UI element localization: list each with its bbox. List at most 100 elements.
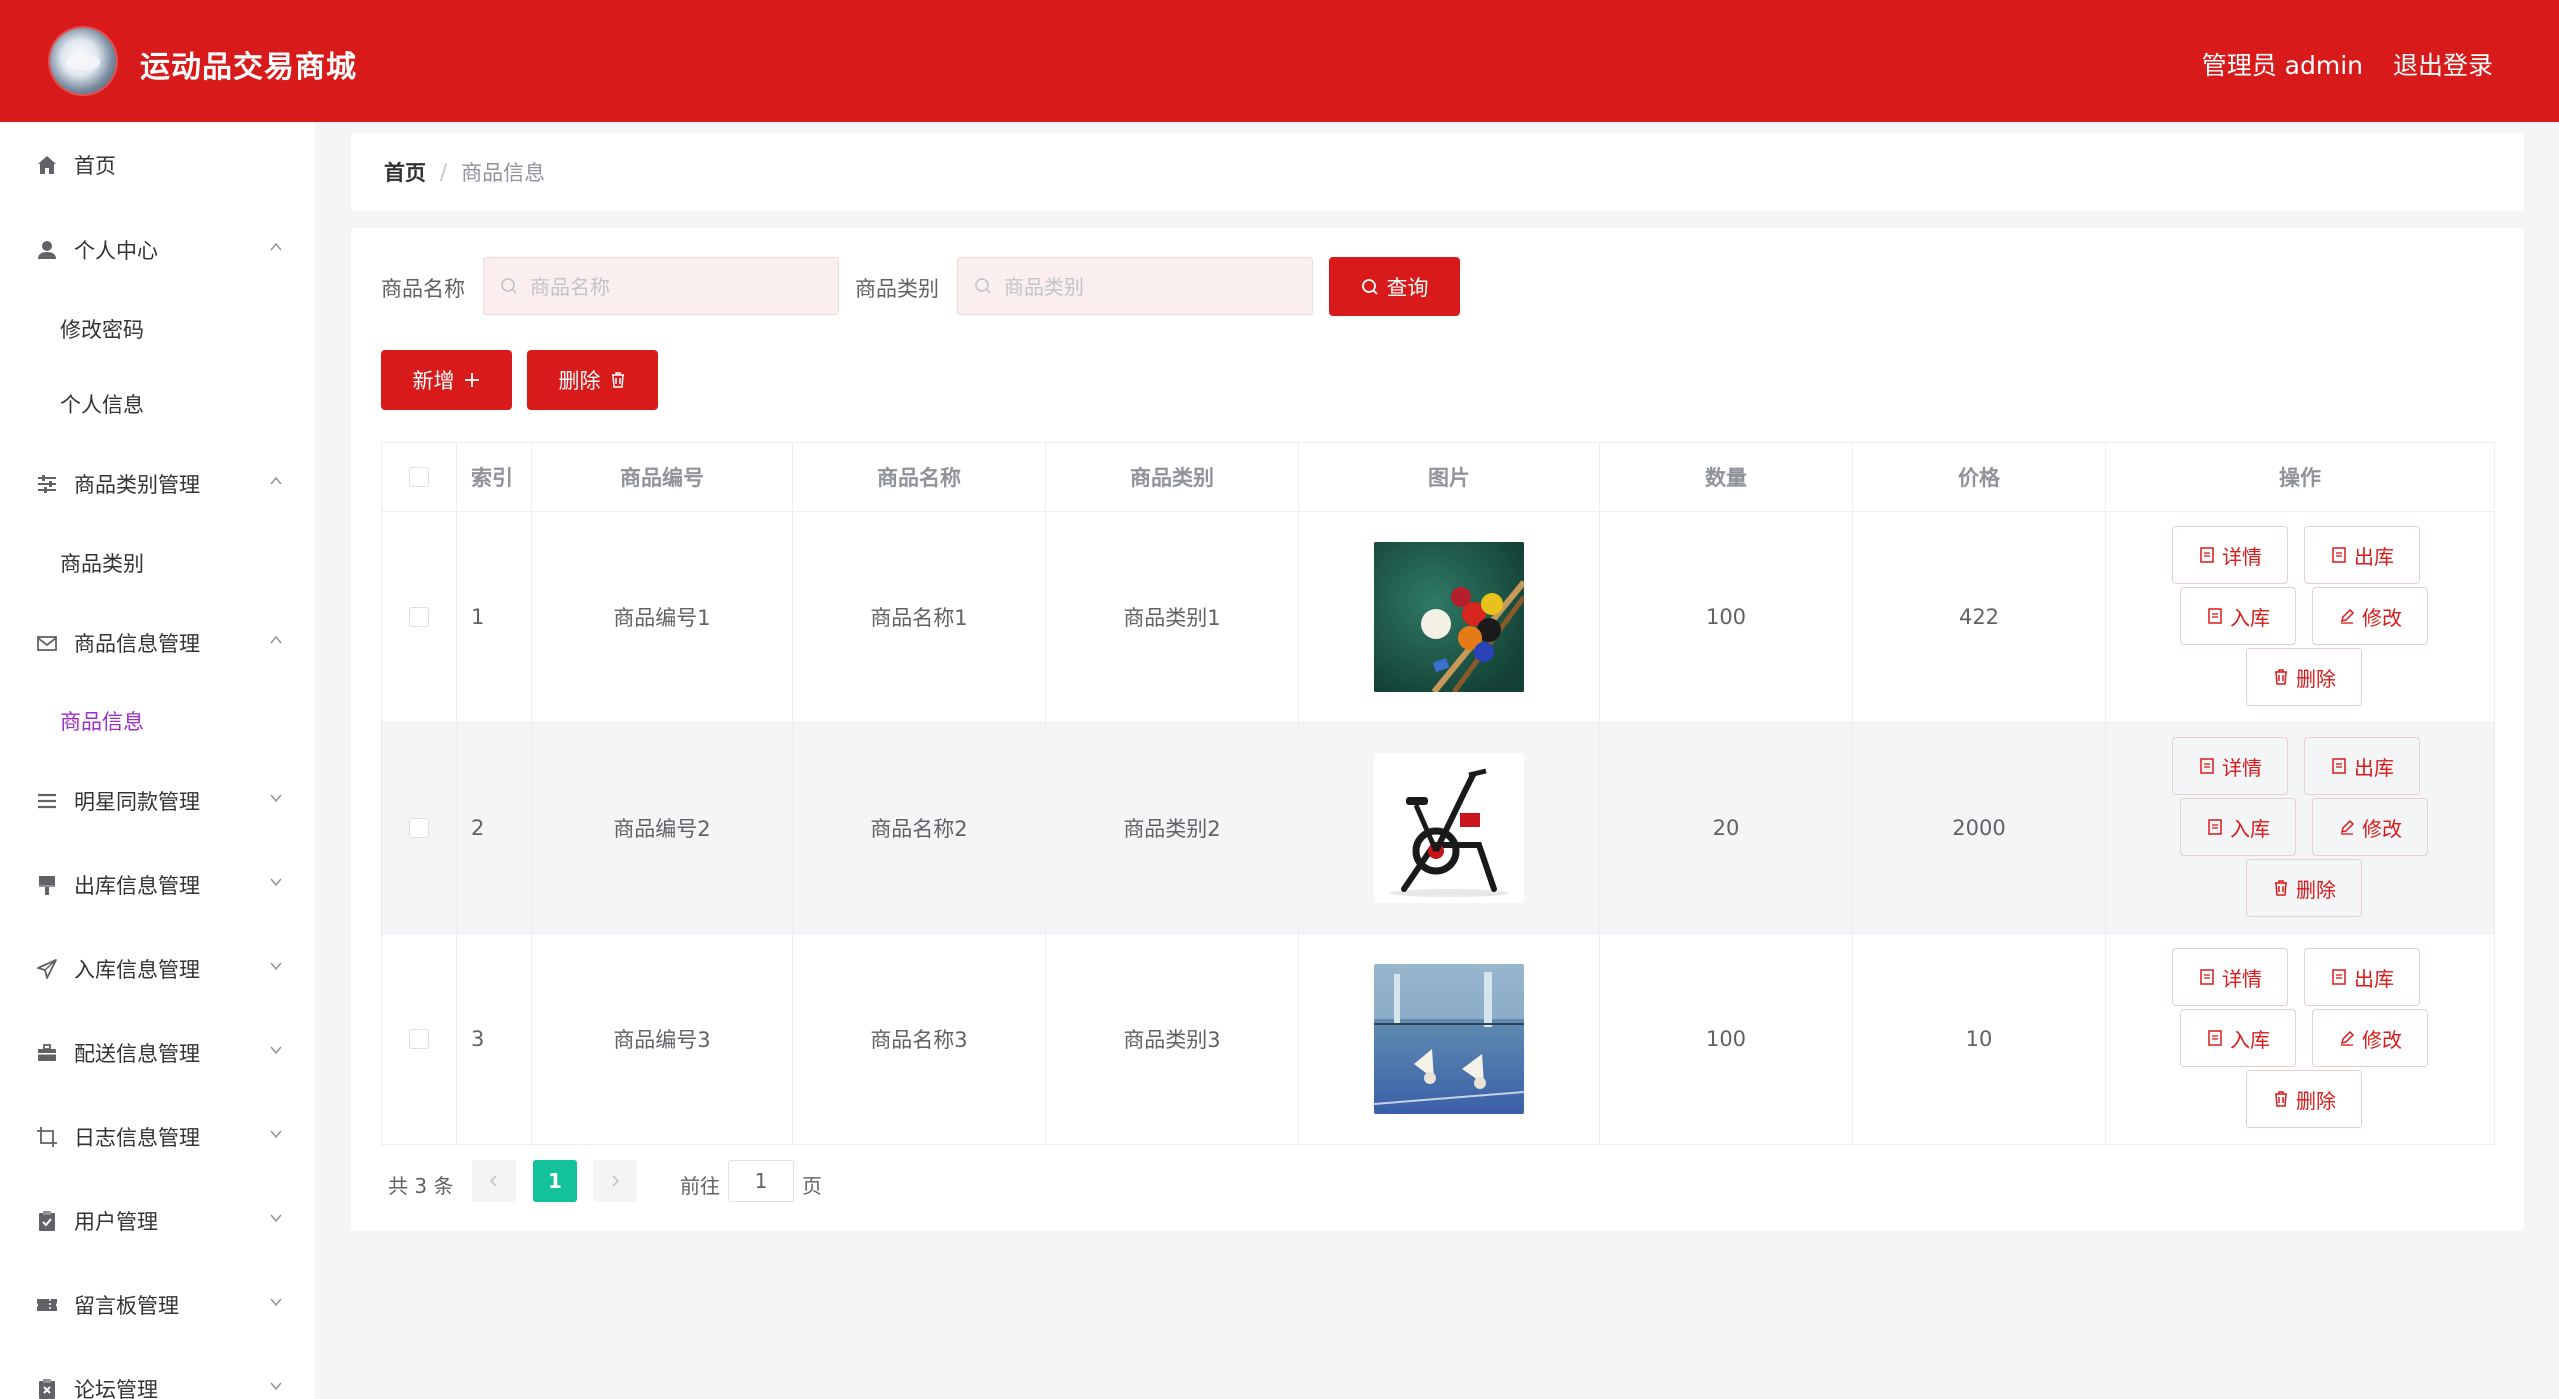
delete-button-label: 删除 bbox=[2296, 1088, 2336, 1113]
header-quantity: 数量 bbox=[1600, 443, 1853, 511]
row-actions-cell: 详情 出库 入库 修改 删除 bbox=[2106, 934, 2494, 1144]
goto-page-input[interactable] bbox=[728, 1160, 794, 1202]
document-icon bbox=[2200, 758, 2214, 774]
prev-page-button[interactable] bbox=[472, 1160, 516, 1202]
sidebar-item-personal-info[interactable]: 个人信息 bbox=[60, 389, 144, 419]
row-image-cell bbox=[1299, 723, 1600, 933]
sidebar-item-outbound-management[interactable]: 出库信息管理 bbox=[0, 855, 315, 915]
sidebar-item-category[interactable]: 商品类别 bbox=[60, 548, 144, 578]
top-header: 运动品交易商城 管理员 admin 退出登录 bbox=[0, 0, 2559, 122]
mail-icon bbox=[34, 630, 60, 656]
sidebar-item-log-management[interactable]: 日志信息管理 bbox=[0, 1107, 315, 1167]
document-icon bbox=[2332, 547, 2346, 563]
search-icon bbox=[1361, 278, 1378, 295]
product-category-input[interactable] bbox=[1002, 258, 1306, 316]
sliders-icon bbox=[34, 471, 60, 497]
chevron-right-icon bbox=[612, 1175, 620, 1187]
delete-button[interactable]: 删除 bbox=[2246, 859, 2362, 917]
document-icon bbox=[2200, 547, 2214, 563]
product-category-search[interactable] bbox=[957, 257, 1313, 316]
table-row: 3 商品编号3 商品名称3 商品类别3 100 10 详情 出库 入库 修改 删… bbox=[382, 934, 2494, 1144]
sidebar-item-delivery-management[interactable]: 配送信息管理 bbox=[0, 1023, 315, 1083]
sidebar-item-label: 出库信息管理 bbox=[74, 874, 200, 898]
select-all-checkbox[interactable] bbox=[409, 467, 429, 487]
logout-button[interactable]: 退出登录 bbox=[2393, 46, 2493, 82]
next-page-button[interactable] bbox=[593, 1160, 637, 1202]
sidebar-item-star-style-management[interactable]: 明星同款管理 bbox=[0, 771, 315, 831]
sidebar-item-inbound-management[interactable]: 入库信息管理 bbox=[0, 939, 315, 999]
breadcrumb-home[interactable]: 首页 bbox=[384, 157, 426, 187]
batch-delete-button[interactable]: 删除 bbox=[527, 350, 658, 410]
chevron-down-icon bbox=[270, 1382, 282, 1391]
add-button-label: 新增 bbox=[412, 369, 455, 393]
row-code: 商品编号3 bbox=[532, 934, 793, 1144]
outbound-button[interactable]: 出库 bbox=[2304, 948, 2420, 1006]
row-quantity: 100 bbox=[1600, 934, 1853, 1144]
sidebar-item-home[interactable]: 首页 bbox=[0, 135, 315, 195]
add-button[interactable]: 新增 bbox=[381, 350, 512, 410]
sidebar-item-label: 首页 bbox=[74, 154, 116, 178]
breadcrumb-current: 商品信息 bbox=[461, 161, 546, 185]
breadcrumb-separator: / bbox=[440, 160, 448, 184]
badminton-photo[interactable] bbox=[1374, 964, 1524, 1114]
row-actions-cell: 详情 出库 入库 修改 删除 bbox=[2106, 723, 2494, 933]
product-name-input[interactable] bbox=[528, 258, 832, 316]
sidebar-item-product-info[interactable]: 商品信息 bbox=[60, 706, 144, 736]
table-row: 1 商品编号1 商品名称1 商品类别1 100 422 详情 出库 入库 修改 … bbox=[382, 512, 2494, 723]
inbound-button[interactable]: 入库 bbox=[2180, 587, 2296, 645]
document-icon bbox=[2200, 969, 2214, 985]
sidebar-item-label: 日志信息管理 bbox=[74, 1126, 200, 1150]
edit-button[interactable]: 修改 bbox=[2312, 1009, 2428, 1067]
clipboard-icon bbox=[34, 1208, 60, 1234]
detail-button[interactable]: 详情 bbox=[2172, 948, 2288, 1006]
detail-button-label: 详情 bbox=[2222, 966, 2262, 991]
inbound-button-label: 入库 bbox=[2230, 816, 2270, 841]
row-checkbox[interactable] bbox=[409, 607, 429, 627]
row-index: 1 bbox=[457, 512, 532, 722]
edit-button[interactable]: 修改 bbox=[2312, 587, 2428, 645]
query-button[interactable]: 查询 bbox=[1329, 257, 1460, 316]
product-table: 索引 商品编号 商品名称 商品类别 图片 数量 价格 操作 1 商品编号1 商品… bbox=[381, 442, 2495, 1145]
sidebar-item-personal-center[interactable]: 个人中心 bbox=[0, 220, 315, 280]
sidebar-item-label: 论坛管理 bbox=[74, 1378, 158, 1399]
outbound-button[interactable]: 出库 bbox=[2304, 526, 2420, 584]
sidebar: 首页 个人中心 修改密码 个人信息 商品类别管理 商品类别 商品信息管理 商品信… bbox=[0, 122, 315, 1399]
billiards-photo[interactable] bbox=[1374, 542, 1524, 692]
sidebar-item-label: 入库信息管理 bbox=[74, 958, 200, 982]
inbound-button-label: 入库 bbox=[2230, 605, 2270, 630]
search-name-label: 商品名称 bbox=[381, 277, 465, 301]
row-actions: 详情 出库 入库 修改 删除 bbox=[2106, 934, 2494, 1144]
sidebar-item-user-management[interactable]: 用户管理 bbox=[0, 1191, 315, 1251]
page-number-button[interactable]: 1 bbox=[533, 1160, 577, 1202]
sidebar-item-label: 个人中心 bbox=[74, 239, 158, 263]
exercise-bike-photo[interactable] bbox=[1374, 753, 1524, 903]
sidebar-item-forum-management[interactable]: 论坛管理 bbox=[0, 1359, 315, 1399]
app-logo bbox=[50, 28, 116, 94]
row-checkbox[interactable] bbox=[409, 1029, 429, 1049]
row-price: 2000 bbox=[1853, 723, 2106, 933]
chevron-down-icon bbox=[270, 794, 282, 803]
chevron-down-icon bbox=[270, 1214, 282, 1223]
delete-button-label: 删除 bbox=[2296, 877, 2336, 902]
app-title: 运动品交易商城 bbox=[140, 50, 357, 85]
delete-button[interactable]: 删除 bbox=[2246, 648, 2362, 706]
sidebar-item-label: 留言板管理 bbox=[74, 1294, 179, 1318]
detail-button[interactable]: 详情 bbox=[2172, 737, 2288, 795]
row-actions-cell: 详情 出库 入库 修改 删除 bbox=[2106, 512, 2494, 722]
sidebar-item-message-board-management[interactable]: 留言板管理 bbox=[0, 1275, 315, 1335]
sidebar-item-change-password[interactable]: 修改密码 bbox=[60, 314, 144, 344]
inbound-button[interactable]: 入库 bbox=[2180, 798, 2296, 856]
detail-button[interactable]: 详情 bbox=[2172, 526, 2288, 584]
edit-button[interactable]: 修改 bbox=[2312, 798, 2428, 856]
outbound-button[interactable]: 出库 bbox=[2304, 737, 2420, 795]
delete-button[interactable]: 删除 bbox=[2246, 1070, 2362, 1128]
product-name-search[interactable] bbox=[483, 257, 839, 316]
sidebar-item-product-management[interactable]: 商品信息管理 bbox=[0, 613, 315, 673]
row-name: 商品名称3 bbox=[793, 934, 1046, 1144]
row-select-cell bbox=[382, 512, 457, 722]
row-category: 商品类别1 bbox=[1046, 512, 1299, 722]
inbound-button[interactable]: 入库 bbox=[2180, 1009, 2296, 1067]
sidebar-item-category-management[interactable]: 商品类别管理 bbox=[0, 454, 315, 514]
table-header: 索引 商品编号 商品名称 商品类别 图片 数量 价格 操作 bbox=[382, 443, 2494, 512]
row-checkbox[interactable] bbox=[409, 818, 429, 838]
